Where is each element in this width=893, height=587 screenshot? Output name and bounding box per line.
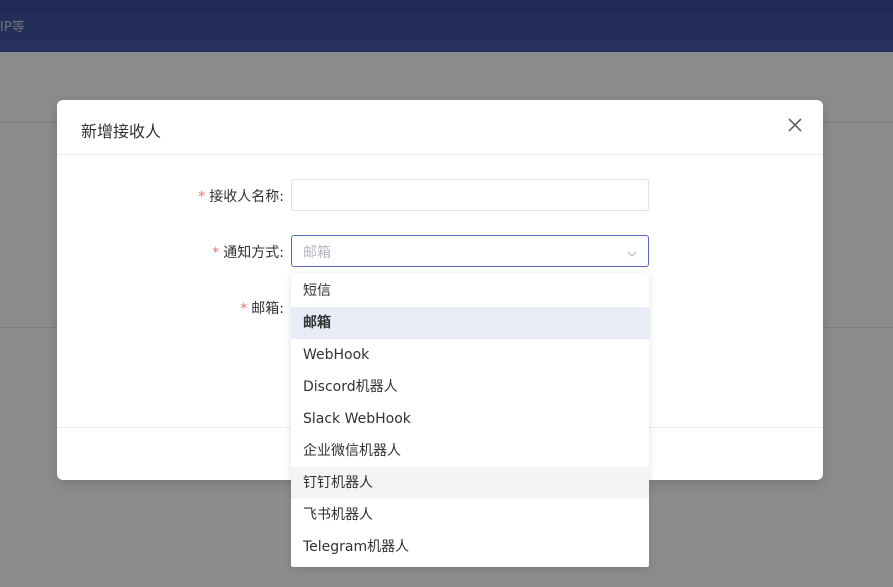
- option-feishu-bot[interactable]: 飞书机器人: [291, 499, 649, 531]
- select-placeholder: 邮箱: [303, 245, 331, 261]
- dialog-header-divider: [57, 154, 823, 155]
- close-icon[interactable]: [787, 117, 803, 133]
- option-slack-webhook[interactable]: Slack WebHook: [291, 403, 649, 435]
- dialog-title: 新增接收人: [81, 122, 162, 141]
- required-mark: *: [240, 301, 248, 317]
- option-dingtalk-bot[interactable]: 钉钉机器人: [291, 467, 649, 499]
- label-text: 通知方式:: [223, 245, 284, 261]
- notify-method-label: * 通知方式:: [84, 242, 284, 262]
- option-wecom-bot[interactable]: 企业微信机器人: [291, 435, 649, 467]
- option-telegram-bot[interactable]: Telegram机器人: [291, 531, 649, 563]
- email-label: * 邮箱:: [84, 298, 284, 318]
- chevron-down-icon: [626, 245, 638, 257]
- label-text: 接收人名称:: [209, 189, 284, 205]
- option-discord-bot[interactable]: Discord机器人: [291, 371, 649, 403]
- required-mark: *: [198, 189, 206, 205]
- option-email[interactable]: 邮箱: [291, 307, 649, 339]
- notify-method-select[interactable]: 邮箱: [291, 235, 649, 267]
- receiver-name-label: * 接收人名称:: [84, 186, 284, 206]
- option-sms[interactable]: 短信: [291, 275, 649, 307]
- notify-method-dropdown: 短信 邮箱 WebHook Discord机器人 Slack WebHook 企…: [291, 273, 649, 567]
- receiver-name-input[interactable]: [291, 179, 649, 211]
- required-mark: *: [212, 245, 220, 261]
- label-text: 邮箱:: [251, 301, 284, 317]
- option-webhook[interactable]: WebHook: [291, 339, 649, 371]
